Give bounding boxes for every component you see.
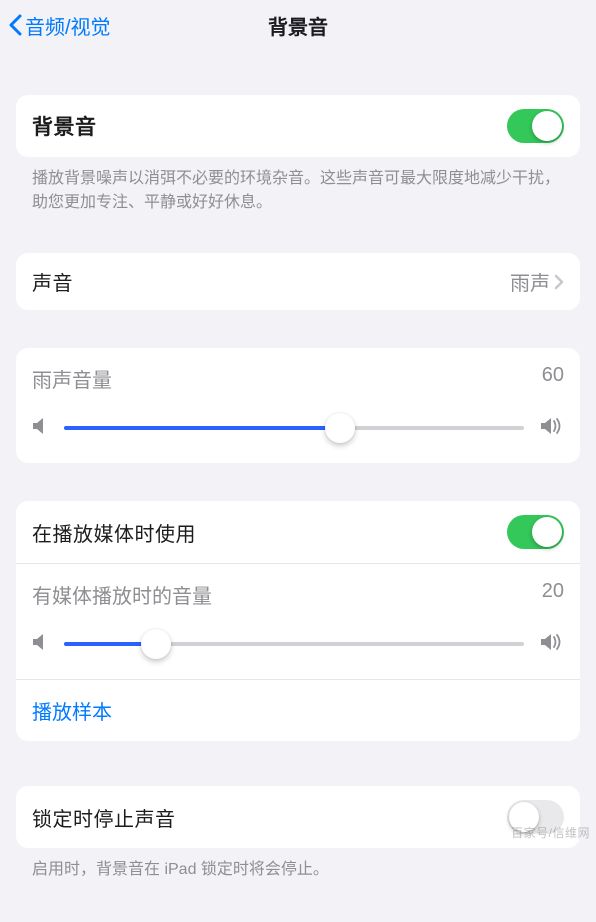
toggle-knob [532,517,562,547]
group-media-playing: 在播放媒体时使用 有媒体播放时的音量 20 [16,501,580,741]
media-volume-value: 20 [542,580,564,609]
background-sound-label: 背景音 [32,111,97,141]
volume-min-icon [32,633,48,656]
back-button[interactable]: 音频/视觉 [8,11,111,40]
group-sound-select: 声音 雨声 [16,253,580,310]
lock-stop-footer: 启用时，背景音在 iPad 锁定时将会停止。 [16,848,580,882]
volume-max-icon [540,633,564,656]
lock-stop-toggle[interactable] [507,800,564,834]
nav-bar: 音频/视觉 背景音 [0,0,596,50]
slider-thumb[interactable] [141,629,171,659]
background-sound-footer: 播放背景噪声以消弭不必要的环境杂音。这些声音可最大限度地减少干扰，助您更加专注、… [16,157,580,215]
rain-volume-slider[interactable] [64,413,524,443]
sound-label: 声音 [32,267,73,296]
group-lock-stop: 锁定时停止声音 [16,786,580,848]
group-background-sound: 背景音 [16,95,580,157]
chevron-right-icon [554,274,564,290]
sound-value: 雨声 [510,267,550,296]
rain-volume-value: 60 [542,364,564,393]
row-background-sound-toggle: 背景音 [16,95,580,157]
volume-min-icon [32,417,48,440]
slider-fill [64,426,340,430]
volume-max-icon [540,417,564,440]
back-label: 音频/视觉 [25,11,111,40]
media-toggle[interactable] [507,515,564,549]
toggle-knob [509,802,539,832]
slider-thumb[interactable] [325,413,355,443]
toggle-knob [532,111,562,141]
media-volume-slider[interactable] [64,629,524,659]
lock-stop-label: 锁定时停止声音 [32,803,176,832]
row-media-toggle: 在播放媒体时使用 [16,501,580,563]
row-sound-select[interactable]: 声音 雨声 [16,253,580,310]
chevron-left-icon [8,14,23,36]
media-toggle-label: 在播放媒体时使用 [32,518,196,547]
play-sample-button[interactable]: 播放样本 [16,679,580,741]
group-rain-volume: 雨声音量 60 [16,348,580,463]
rain-volume-label: 雨声音量 [32,364,112,393]
background-sound-toggle[interactable] [507,109,564,143]
row-lock-stop-toggle: 锁定时停止声音 [16,786,580,848]
media-volume-label: 有媒体播放时的音量 [32,580,212,609]
